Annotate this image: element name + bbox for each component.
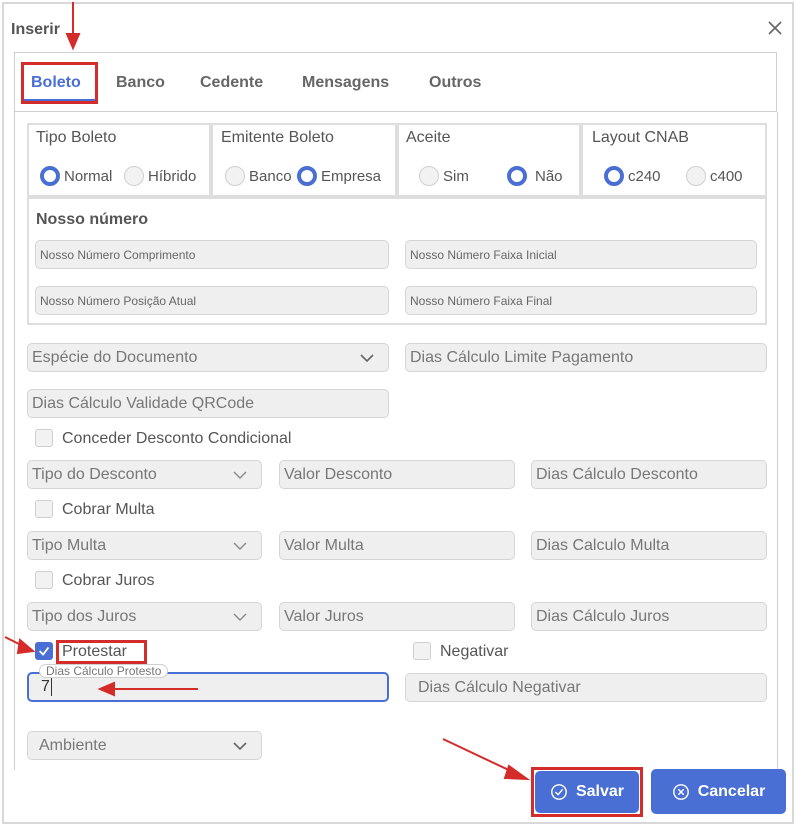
radio-c240-indicator[interactable] (604, 166, 624, 186)
dias-protesto-label: Dias Cálculo Protesto (39, 664, 169, 678)
check-circle-icon (551, 784, 567, 800)
radio-c400-indicator[interactable] (686, 166, 706, 186)
content-border-left (14, 112, 15, 770)
nosso-numero-faixa-inicial-input[interactable]: Nosso Número Faixa Inicial (405, 240, 757, 269)
valor-multa-input[interactable]: Valor Multa (279, 531, 515, 560)
boleto-tab-highlight-box (21, 62, 98, 104)
dias-negativar-input[interactable]: Dias Cálculo Negativar (405, 673, 767, 702)
ambiente-select[interactable]: Ambiente (27, 731, 262, 760)
multa-label: Cobrar Multa (62, 501, 155, 518)
close-icon[interactable] (766, 19, 784, 37)
tipo-multa-select[interactable]: Tipo Multa (27, 531, 262, 560)
radio-normal[interactable]: Normal (40, 166, 112, 186)
radio-normal-label: Normal (64, 167, 113, 185)
radio-nao-label: Não (535, 167, 563, 185)
dias-desconto-input[interactable]: Dias Cálculo Desconto (531, 460, 767, 489)
radio-hibrido-label: Híbrido (148, 167, 197, 185)
radio-banco[interactable]: Banco (225, 166, 292, 186)
cancel-button-label: Cancelar (697, 782, 766, 800)
radio-empresa[interactable]: Empresa (297, 166, 381, 186)
radio-hibrido-indicator[interactable] (124, 166, 144, 186)
tipo-juros-select[interactable]: Tipo dos Juros (27, 602, 262, 631)
tipo-juros-value: Tipo dos Juros (32, 607, 137, 625)
dias-validade-qrcode-input[interactable]: Dias Cálculo Validade QRCode (27, 389, 389, 418)
text-cursor (50, 678, 52, 696)
tipo-boleto-label: Tipo Boleto (36, 129, 117, 146)
layout-cnab-label: Layout CNAB (592, 129, 689, 146)
radio-c400[interactable]: c400 (686, 166, 743, 186)
radio-nao-indicator[interactable] (507, 166, 527, 186)
tipo-desconto-select[interactable]: Tipo do Desconto (27, 460, 262, 489)
radio-hibrido[interactable]: Híbrido (124, 166, 196, 186)
radio-sim-indicator[interactable] (419, 166, 439, 186)
desconto-label: Conceder Desconto Condicional (62, 430, 292, 447)
save-button[interactable]: Salvar (535, 771, 639, 813)
protestar-checkbox[interactable] (35, 642, 53, 660)
tab-mensagens[interactable]: Mensagens (302, 74, 389, 92)
dias-juros-input[interactable]: Dias Cálculo Juros (531, 602, 767, 631)
valor-juros-input[interactable]: Valor Juros (279, 602, 515, 631)
radio-normal-indicator[interactable] (40, 166, 60, 186)
radio-c240-label: c240 (628, 167, 661, 185)
radio-banco-label: Banco (249, 167, 292, 185)
tab-outros[interactable]: Outros (429, 74, 481, 92)
nosso-numero-faixa-final-input[interactable]: Nosso Número Faixa Final (405, 286, 757, 315)
juros-label: Cobrar Juros (62, 572, 155, 589)
radio-empresa-indicator[interactable] (297, 166, 317, 186)
nosso-numero-title: Nosso número (36, 211, 149, 228)
dias-protesto-value: 7 (41, 678, 50, 695)
dialog-title: Inserir (11, 21, 60, 38)
aceite-label: Aceite (406, 129, 451, 146)
close-circle-icon (672, 783, 689, 800)
especie-documento-select[interactable]: Espécie do Documento (27, 343, 389, 372)
chevron-down-icon (233, 471, 247, 479)
multa-checkbox[interactable] (35, 500, 53, 518)
tab-cedente[interactable]: Cedente (200, 74, 263, 92)
protestar-highlight-box (56, 640, 147, 664)
radio-empresa-label: Empresa (321, 167, 382, 185)
dias-multa-input[interactable]: Dias Calculo Multa (531, 531, 767, 560)
radio-banco-indicator[interactable] (225, 166, 245, 186)
nosso-numero-comprimento-input[interactable]: Nosso Número Comprimento (35, 240, 389, 269)
chevron-down-icon (360, 353, 374, 362)
juros-checkbox[interactable] (35, 571, 53, 589)
tipo-desconto-value: Tipo do Desconto (32, 465, 157, 483)
check-icon (38, 646, 50, 656)
desconto-checkbox[interactable] (35, 429, 53, 447)
negativar-checkbox[interactable] (413, 642, 431, 660)
save-button-label: Salvar (575, 783, 625, 800)
tipo-multa-value: Tipo Multa (32, 536, 107, 554)
radio-sim[interactable]: Sim (419, 166, 469, 186)
especie-documento-value: Espécie do Documento (32, 348, 198, 366)
radio-nao[interactable]: Não (507, 166, 563, 186)
cancel-button[interactable]: Cancelar (651, 769, 786, 814)
content-border-right (777, 112, 778, 770)
tab-banco[interactable]: Banco (116, 74, 165, 92)
ambiente-value: Ambiente (39, 736, 107, 754)
radio-c240[interactable]: c240 (604, 166, 661, 186)
radio-sim-label: Sim (443, 167, 469, 185)
emitente-boleto-label: Emitente Boleto (221, 129, 334, 146)
dias-limite-pagamento-input[interactable]: Dias Cálculo Limite Pagamento (405, 343, 767, 372)
nosso-numero-posicao-atual-input[interactable]: Nosso Número Posição Atual (35, 286, 389, 315)
chevron-down-icon (233, 741, 247, 750)
radio-c400-label: c400 (710, 167, 743, 185)
chevron-down-icon (233, 613, 247, 621)
valor-desconto-input[interactable]: Valor Desconto (279, 460, 515, 489)
chevron-down-icon (233, 542, 247, 550)
negativar-label: Negativar (440, 643, 509, 660)
